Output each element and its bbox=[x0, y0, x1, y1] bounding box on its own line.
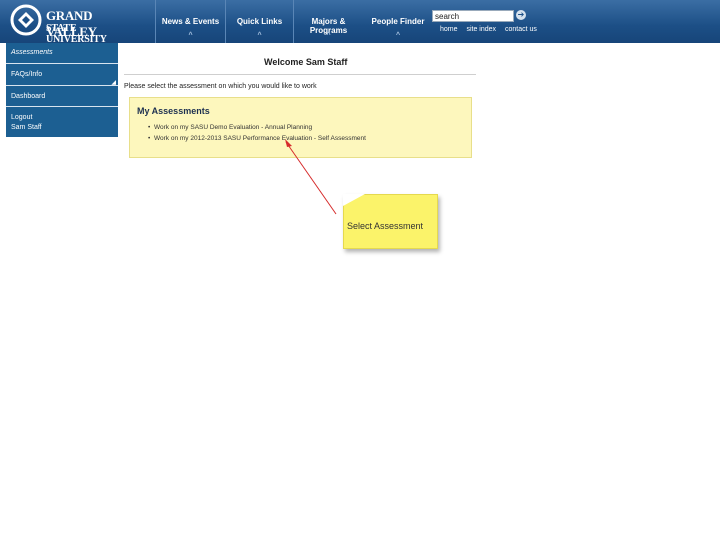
chevron-down-icon: ^ bbox=[395, 32, 401, 39]
logo-text-line2: STATE UNIVERSITY bbox=[46, 23, 107, 45]
chevron-down-icon: ^ bbox=[326, 32, 331, 39]
assessment-link-self-assessment[interactable]: Work on my 2012-2013 SASU Performance Ev… bbox=[148, 135, 366, 142]
instruction-text: Please select the assessment on which yo… bbox=[124, 83, 317, 90]
assessment-list: Work on my SASU Demo Evaluation - Annual… bbox=[148, 124, 366, 146]
site-header: GRAND VALLEY STATE UNIVERSITY News & Eve… bbox=[0, 0, 720, 45]
gvsu-logo[interactable]: GRAND VALLEY STATE UNIVERSITY bbox=[10, 4, 130, 45]
site-index-link[interactable]: site index bbox=[466, 26, 496, 33]
sidebar-item-dashboard[interactable]: Dashboard bbox=[11, 93, 45, 100]
contact-us-link[interactable]: contact us bbox=[505, 26, 537, 33]
panel-title: My Assessments bbox=[137, 106, 210, 116]
sidebar-divider bbox=[6, 85, 118, 86]
nav-majors-programs[interactable]: Majors & Programs ^ bbox=[293, 0, 363, 43]
home-link[interactable]: home bbox=[440, 26, 458, 33]
gvsu-logo-icon bbox=[10, 4, 42, 36]
sidebar-item-logout[interactable]: Logout bbox=[11, 114, 32, 121]
nav-news-events[interactable]: News & Events ^ bbox=[155, 0, 225, 43]
nav-news-events-label: News & Events bbox=[161, 17, 220, 26]
chevron-down-icon: ^ bbox=[188, 32, 193, 39]
nav-people-finder-label: People Finder bbox=[371, 17, 425, 26]
nav-people-finder[interactable]: People Finder ^ bbox=[363, 0, 433, 43]
nav-quick-links-label: Quick Links bbox=[236, 17, 283, 26]
callout-fold bbox=[343, 194, 365, 206]
callout-text: Select Assessment bbox=[347, 221, 424, 231]
assessments-panel: My Assessments Work on my SASU Demo Eval… bbox=[129, 97, 472, 158]
sidebar-item-assessments[interactable]: Assessments bbox=[11, 49, 53, 56]
search-go-icon[interactable]: ➔ bbox=[516, 10, 526, 20]
sidebar-item-faqs[interactable]: FAQs/Info bbox=[11, 71, 42, 78]
sidebar-divider bbox=[6, 106, 118, 107]
sidebar-divider bbox=[6, 63, 118, 64]
search-input[interactable] bbox=[432, 10, 514, 22]
nav-quick-links[interactable]: Quick Links ^ bbox=[225, 0, 293, 43]
page-title: Welcome Sam Staff bbox=[264, 57, 348, 67]
chevron-down-icon: ^ bbox=[257, 32, 262, 39]
sidebar: Assessments FAQs/Info ◢ Dashboard Logout… bbox=[6, 43, 118, 137]
assessment-link-demo[interactable]: Work on my SASU Demo Evaluation - Annual… bbox=[148, 124, 366, 131]
title-divider bbox=[124, 74, 476, 75]
sidebar-user-name: Sam Staff bbox=[11, 124, 42, 131]
utility-links: home site index contact us bbox=[440, 26, 544, 33]
